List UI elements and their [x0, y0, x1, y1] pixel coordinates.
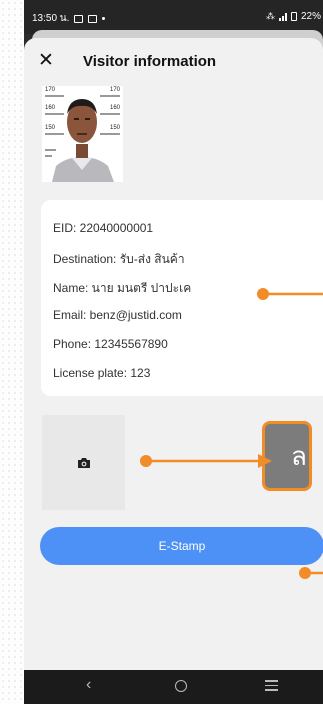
notification-icon — [88, 14, 98, 23]
visitor-photo: 170 170 160 160 150 150 — [42, 86, 123, 182]
license-plate-text: License plate: 123 — [53, 366, 151, 380]
close-icon[interactable]: ✕ — [38, 51, 54, 71]
ruler-label: 160 — [109, 105, 120, 111]
page-title: Visitor information — [83, 53, 217, 70]
nav-home-icon[interactable] — [175, 680, 187, 692]
annotation-callout: ล — [262, 421, 312, 491]
mugshot-image — [42, 86, 123, 182]
nav-recents-icon[interactable] — [265, 680, 278, 691]
status-bar: 13:50 น. ⁂ 22% — [24, 0, 323, 34]
phone-screen: 13:50 น. ⁂ 22% ✕ Visitor information 170… — [24, 0, 323, 704]
battery-percent: 22% — [300, 11, 321, 22]
signal-icon — [278, 12, 287, 21]
wifi-icon: ⁂ — [265, 11, 275, 21]
destination-text: Destination: รับ-ส่ง สินค้า — [53, 252, 185, 266]
ruler-label: 150 — [45, 125, 56, 131]
ruler-label: 170 — [45, 87, 56, 93]
android-nav-bar: ‹ — [24, 670, 323, 704]
eid-text: EID: 22040000001 — [53, 221, 154, 235]
ruler-label: 170 — [109, 87, 120, 93]
camera-capture-button[interactable] — [42, 415, 125, 510]
notification-icon — [74, 14, 84, 23]
ruler-label: 160 — [45, 105, 56, 111]
annotation-callout-text: ล — [291, 441, 307, 471]
notification-dot-icon — [102, 17, 106, 20]
phone-text: Phone: 12345567890 — [53, 337, 168, 351]
email-text: Email: benz@justid.com — [53, 308, 182, 322]
e-stamp-button[interactable]: E-Stamp — [40, 527, 323, 565]
camera-icon — [77, 457, 90, 468]
nav-back-icon[interactable]: ‹ — [86, 676, 91, 694]
ruler-label: 150 — [109, 125, 120, 131]
visitor-info-card: EID: 22040000001 Destination: รับ-ส่ง สิ… — [41, 200, 323, 396]
battery-icon — [290, 12, 297, 21]
status-time: 13:50 น. — [32, 13, 70, 24]
name-text: Name: นาย มนตรี ปาปะเค — [53, 281, 192, 295]
